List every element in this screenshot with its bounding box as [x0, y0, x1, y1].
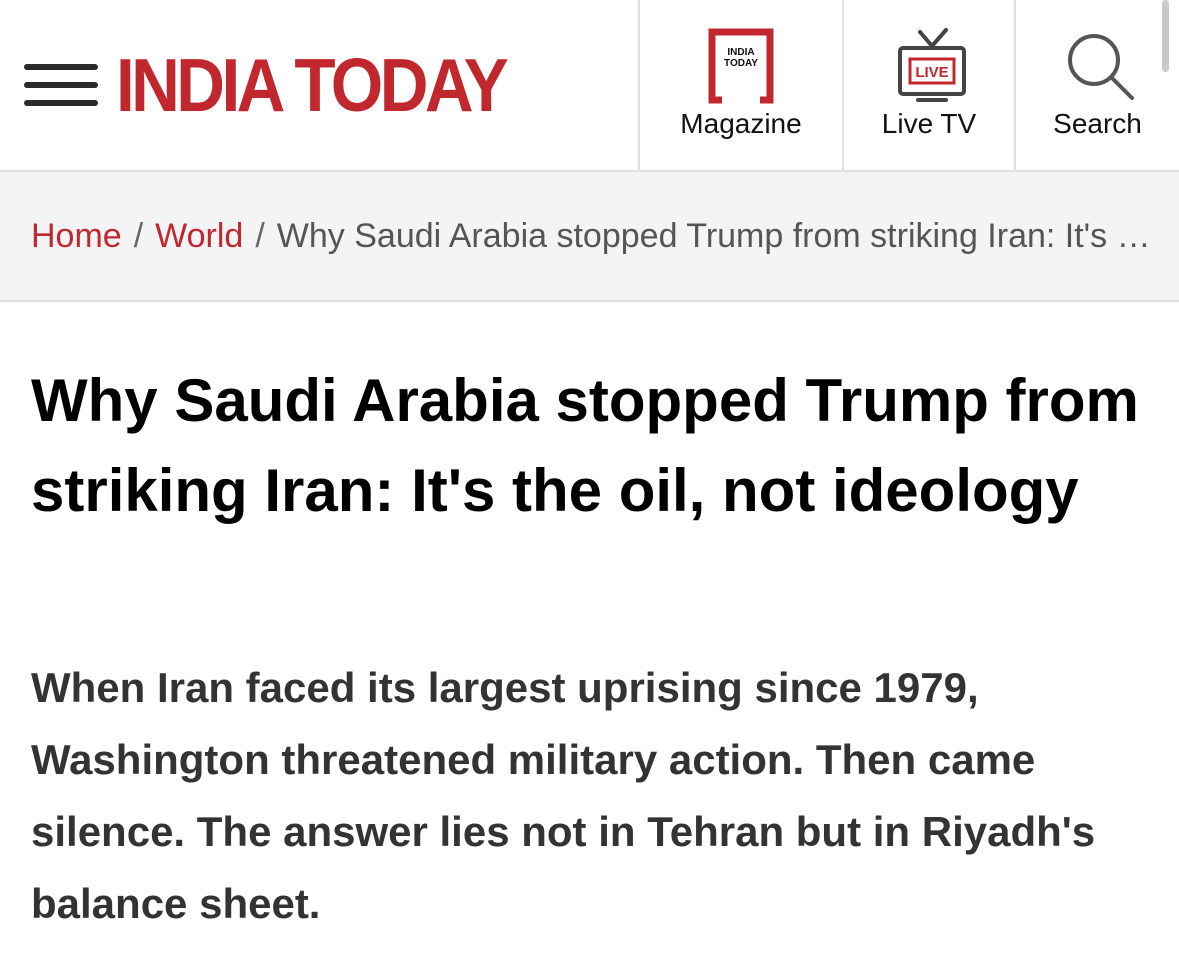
nav-search[interactable]: Search [1014, 0, 1179, 170]
nav-live-tv[interactable]: LIVE Live TV [842, 0, 1014, 170]
breadcrumb-separator: / [255, 217, 265, 255]
breadcrumb-trail: Home / World / Why Saudi Arabia stopped Trum… [31, 214, 1151, 258]
nav-search-label: Search [1053, 108, 1142, 139]
nav-magazine-label: Magazine [680, 108, 802, 139]
hamburger-menu-icon[interactable] [24, 64, 98, 106]
site-header: INDIA TODAY INDIA TODAY Magazine LIVE Li… [0, 0, 1179, 172]
live-tv-icon: LIVE [898, 28, 966, 102]
site-logo[interactable]: INDIA TODAY [116, 42, 509, 128]
svg-text:LIVE: LIVE [915, 64, 948, 81]
svg-text:TODAY: TODAY [724, 58, 758, 69]
scrollbar-thumb[interactable] [1162, 0, 1169, 72]
magazine-icon: INDIA TODAY [708, 28, 774, 104]
svg-text:INDIA: INDIA [727, 47, 754, 58]
article-headline: Why Saudi Arabia stopped Trump from stri… [31, 367, 1139, 524]
breadcrumb-separator: / [133, 217, 144, 255]
search-icon [1068, 34, 1134, 100]
article-summary: When Iran faced its largest uprising sin… [31, 664, 1096, 927]
breadcrumb-home-link[interactable]: Home [31, 217, 122, 255]
nav-live-tv-label: Live TV [881, 108, 977, 139]
nav-magazine[interactable]: INDIA TODAY Magazine [638, 0, 842, 170]
breadcrumb-world-link[interactable]: World [155, 217, 243, 255]
page: INDIA TODAY INDIA TODAY Magazine LIVE Li… [0, 0, 1179, 963]
breadcrumb-current-page: Why Saudi Arabia stopped Trump from stri… [276, 217, 1151, 255]
breadcrumb: Home / World / Why Saudi Arabia stopped Trum… [0, 172, 1179, 302]
